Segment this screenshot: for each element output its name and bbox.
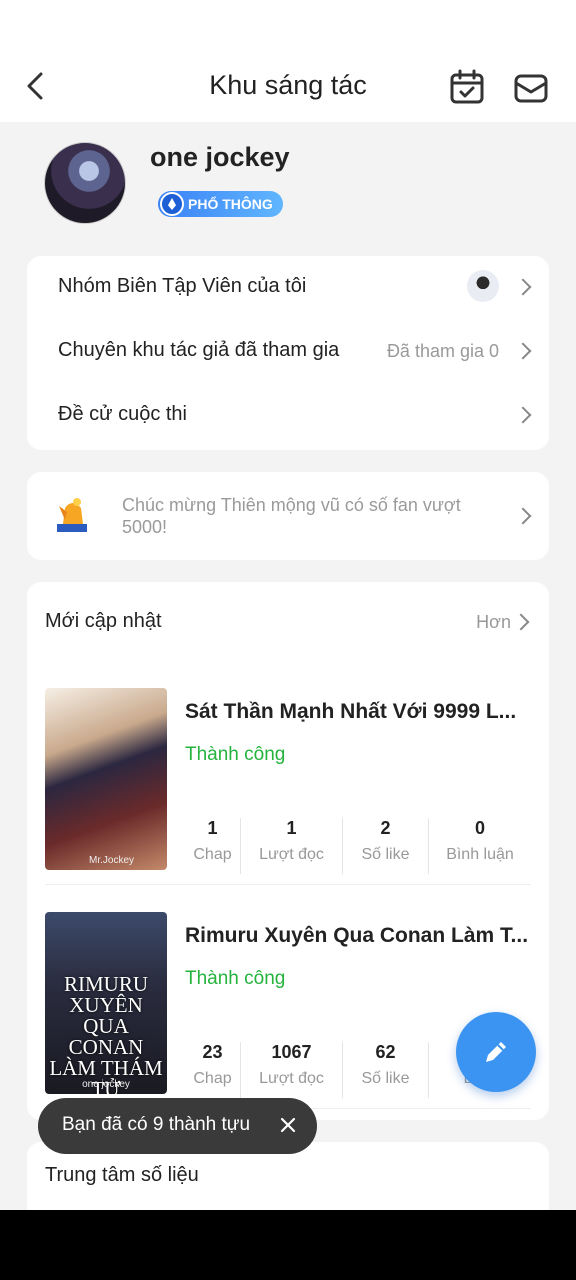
stat-label: Lượt đọc <box>259 1070 324 1087</box>
book-title: Sát Thần Mạnh Nhất Với 9999 L... <box>185 700 517 723</box>
menu-item-contest-nomination[interactable]: Đề cử cuộc thi <box>27 384 549 448</box>
section-title: Mới cập nhật <box>45 610 162 632</box>
book-status: Thành công <box>185 744 286 765</box>
cover-title: RIMURU XUYÊN QUA CONAN LÀM THÁM TỬ <box>49 972 163 1095</box>
book-status: Thành công <box>185 968 286 989</box>
cover-author: Mr.Jockey <box>89 855 135 866</box>
stat-value: 62 <box>375 1042 396 1062</box>
badge-label: PHỔ THÔNG <box>188 196 273 212</box>
profile-header: one jockey PHỔ THÔNG <box>0 122 576 242</box>
menu-item-author-zones[interactable]: Chuyên khu tác giả đã tham gia Đã tham g… <box>27 320 549 384</box>
trophy-icon <box>57 498 87 532</box>
stat-value: 2 <box>380 818 391 838</box>
chevron-right-icon <box>514 406 532 424</box>
stat-value: 1 <box>286 818 297 838</box>
book-cover: Mr.Jockey <box>45 688 167 870</box>
notice-banner[interactable]: Chúc mừng Thiên mộng vũ có số fan vượt 5… <box>27 472 549 560</box>
achievement-toast: Bạn đã có 9 thành tựu <box>38 1098 317 1154</box>
status-bar <box>0 0 576 50</box>
stat-label: Lượt đọc <box>259 846 324 863</box>
menu-item-editor-group[interactable]: Nhóm Biên Tập Viên của tôi <box>27 256 549 320</box>
stat-value: 23 <box>202 1042 223 1062</box>
chevron-right-icon <box>514 507 532 525</box>
pencil-icon <box>486 1042 506 1062</box>
level-badge: PHỔ THÔNG <box>158 191 283 217</box>
menu-item-label: Đề cử cuộc thi <box>58 403 187 425</box>
system-nav-bar <box>0 1210 576 1280</box>
avatar[interactable] <box>44 142 126 224</box>
stat-label: Bình luận <box>446 846 514 863</box>
badge-diamond-icon <box>160 192 184 216</box>
chevron-right-icon <box>512 613 530 631</box>
chevron-right-icon <box>514 342 532 360</box>
stat-chapters: 1 Chap <box>185 818 240 874</box>
editor-avatar <box>467 270 499 302</box>
chevron-right-icon <box>514 278 532 296</box>
section-title: Trung tâm số liệu <box>45 1164 199 1186</box>
book-item[interactable]: RIMURU XUYÊN QUA CONAN LÀM THÁM TỬ one j… <box>45 912 531 1112</box>
username: one jockey <box>150 142 290 172</box>
calendar-check-icon[interactable] <box>448 68 486 106</box>
more-link[interactable]: Hơn <box>476 612 511 633</box>
stat-reads: 1 Lượt đọc <box>240 818 342 874</box>
mail-icon[interactable] <box>512 70 550 106</box>
toast-message: Bạn đã có 9 thành tựu <box>62 1114 251 1135</box>
stat-likes: 2 Số like <box>342 818 428 874</box>
stat-label: Chap <box>193 846 232 863</box>
cover-author: one jockey <box>82 1079 130 1090</box>
close-icon[interactable] <box>277 1114 299 1136</box>
stat-value: 0 <box>474 818 485 838</box>
stat-value: 1067 <box>271 1042 312 1062</box>
write-button[interactable] <box>456 1012 536 1092</box>
menu-item-value: Đã tham gia 0 <box>386 341 499 361</box>
stat-likes: 62 Số like <box>342 1042 428 1098</box>
stat-comments: 0 Bình luận <box>428 818 531 874</box>
stat-label: Chap <box>193 1070 232 1087</box>
menu-card: Nhóm Biên Tập Viên của tôi Chuyên khu tá… <box>27 256 549 450</box>
menu-item-label: Nhóm Biên Tập Viên của tôi <box>58 275 307 297</box>
stat-value: 1 <box>207 818 218 838</box>
page-title: Khu sáng tác <box>209 70 367 100</box>
book-cover: RIMURU XUYÊN QUA CONAN LÀM THÁM TỬ one j… <box>45 912 167 1094</box>
top-bar: Khu sáng tác <box>0 50 576 122</box>
divider <box>45 884 531 885</box>
book-stats: 1 Chap 1 Lượt đọc 2 Số like 0 Bình luận <box>185 818 531 874</box>
stat-reads: 1067 Lượt đọc <box>240 1042 342 1098</box>
book-title: Rimuru Xuyên Qua Conan Làm T... <box>185 924 529 947</box>
notice-message: Chúc mừng Thiên mộng vũ có số fan vượt 5… <box>122 495 461 537</box>
book-item[interactable]: Mr.Jockey Sát Thần Mạnh Nhất Với 9999 L.… <box>45 688 531 888</box>
stat-label: Số like <box>361 1070 410 1087</box>
menu-item-label: Chuyên khu tác giả đã tham gia <box>58 339 340 361</box>
stat-label: Số like <box>361 846 410 863</box>
stat-chapters: 23 Chap <box>185 1042 240 1098</box>
